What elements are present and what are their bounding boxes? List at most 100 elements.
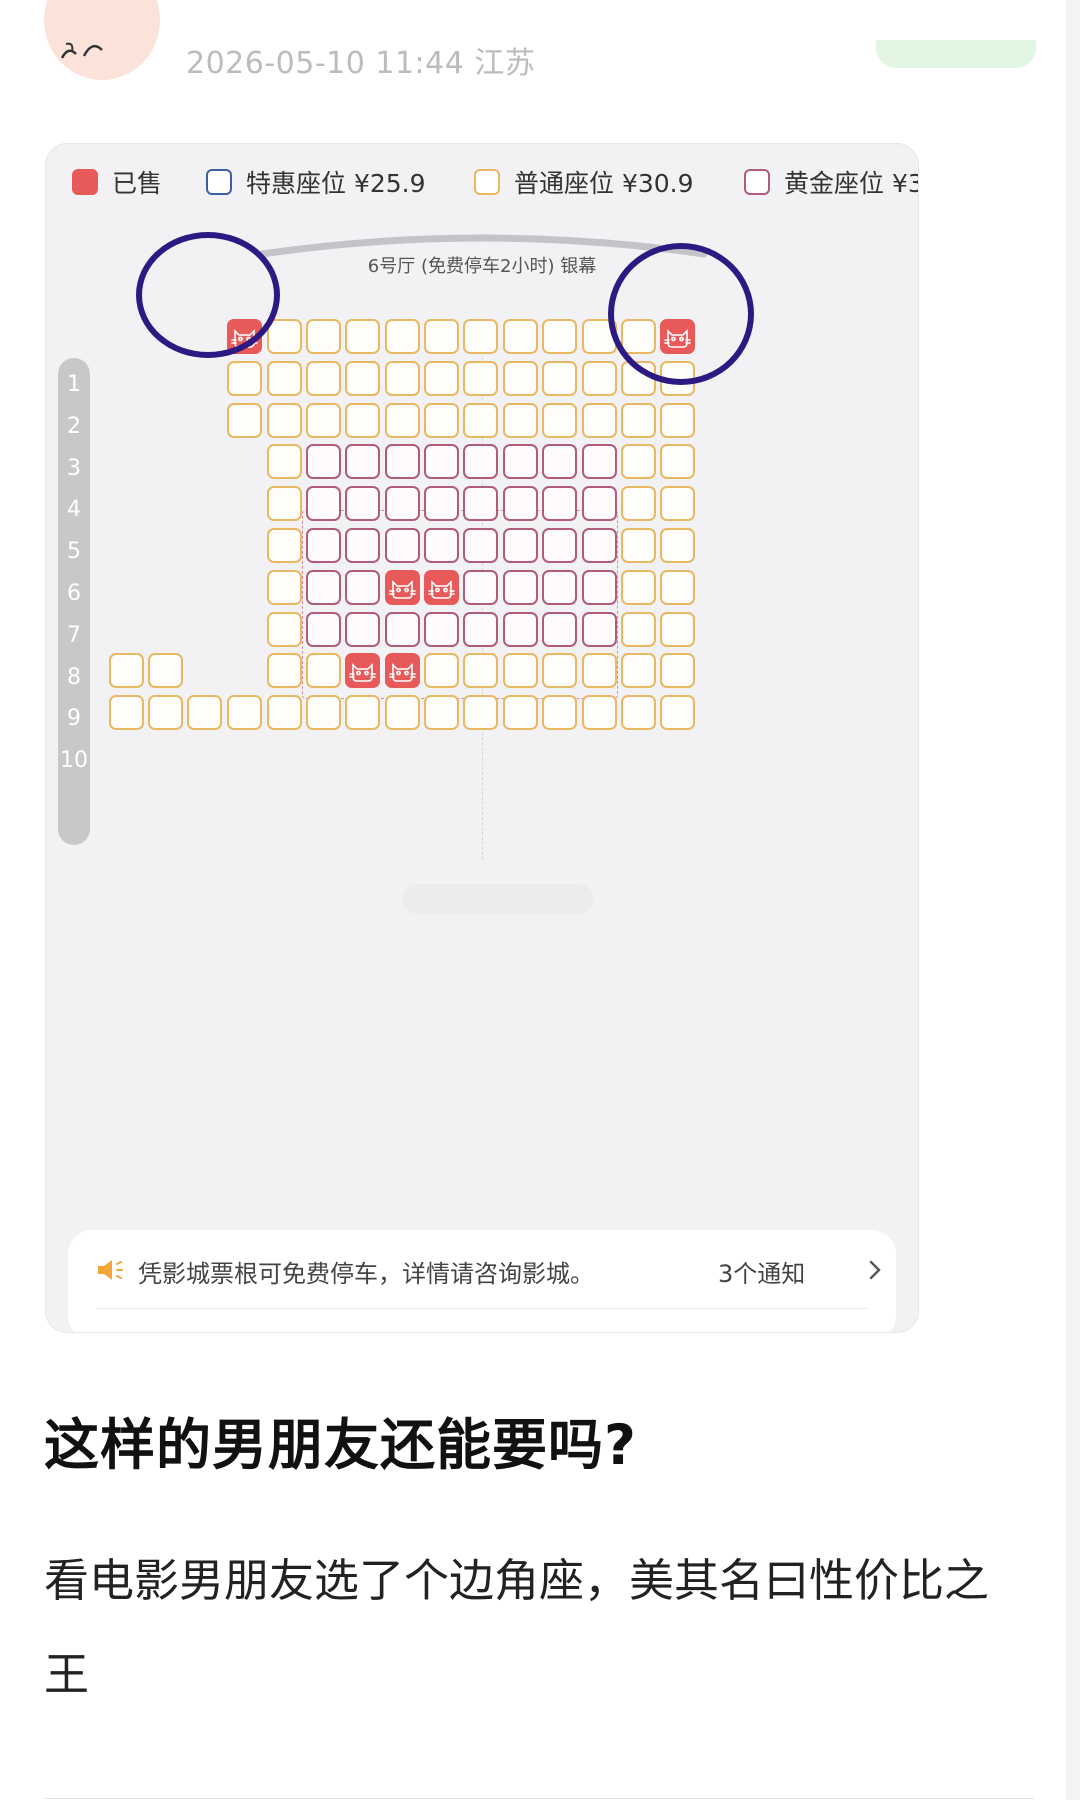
regular-seat[interactable] — [187, 695, 222, 731]
regular-seat[interactable] — [542, 402, 577, 438]
golden-seat[interactable] — [542, 611, 577, 647]
golden-seat[interactable] — [542, 444, 577, 480]
regular-seat[interactable] — [542, 695, 577, 731]
regular-seat[interactable] — [345, 695, 380, 731]
regular-seat[interactable] — [227, 402, 262, 438]
regular-seat[interactable] — [306, 319, 341, 354]
golden-seat[interactable] — [424, 528, 459, 563]
regular-seat[interactable] — [621, 569, 656, 605]
regular-seat[interactable] — [227, 360, 262, 396]
regular-seat[interactable] — [660, 486, 695, 522]
regular-seat[interactable] — [424, 319, 459, 354]
golden-seat[interactable] — [306, 444, 341, 480]
regular-seat[interactable] — [503, 402, 538, 438]
golden-seat[interactable] — [463, 569, 498, 605]
regular-seat[interactable] — [660, 444, 695, 480]
regular-seat[interactable] — [267, 319, 302, 354]
golden-seat[interactable] — [385, 444, 420, 480]
regular-seat[interactable] — [385, 319, 420, 354]
golden-seat[interactable] — [385, 611, 420, 647]
regular-seat[interactable] — [503, 653, 538, 689]
golden-seat[interactable] — [542, 528, 577, 563]
golden-seat[interactable] — [424, 444, 459, 480]
regular-seat[interactable] — [424, 360, 459, 396]
regular-seat[interactable] — [267, 444, 302, 480]
golden-seat[interactable] — [385, 486, 420, 522]
regular-seat[interactable] — [267, 528, 302, 563]
follow-button[interactable] — [876, 40, 1036, 68]
regular-seat[interactable] — [148, 695, 183, 731]
regular-seat[interactable] — [503, 695, 538, 731]
golden-seat[interactable] — [345, 528, 380, 563]
notice-bar[interactable]: 凭影城票根可免费停车，详情请咨询影城。 3个通知 — [68, 1230, 896, 1332]
regular-seat[interactable] — [621, 653, 656, 689]
regular-seat[interactable] — [503, 360, 538, 396]
regular-seat[interactable] — [660, 611, 695, 647]
golden-seat[interactable] — [582, 486, 617, 522]
regular-seat[interactable] — [542, 360, 577, 396]
golden-seat[interactable] — [463, 444, 498, 480]
golden-seat[interactable] — [424, 611, 459, 647]
golden-seat[interactable] — [463, 486, 498, 522]
regular-seat[interactable] — [582, 695, 617, 731]
regular-seat[interactable] — [267, 402, 302, 438]
golden-seat[interactable] — [542, 486, 577, 522]
regular-seat[interactable] — [463, 319, 498, 354]
regular-seat[interactable] — [267, 486, 302, 522]
regular-seat[interactable] — [542, 653, 577, 689]
regular-seat[interactable] — [345, 360, 380, 396]
golden-seat[interactable] — [345, 569, 380, 605]
regular-seat[interactable] — [582, 653, 617, 689]
golden-seat[interactable] — [582, 528, 617, 563]
regular-seat[interactable] — [582, 402, 617, 438]
golden-seat[interactable] — [306, 569, 341, 605]
regular-seat[interactable] — [227, 695, 262, 731]
regular-seat[interactable] — [621, 695, 656, 731]
regular-seat[interactable] — [306, 695, 341, 731]
regular-seat[interactable] — [109, 695, 144, 731]
regular-seat[interactable] — [621, 486, 656, 522]
regular-seat[interactable] — [267, 695, 302, 731]
regular-seat[interactable] — [148, 653, 183, 689]
regular-seat[interactable] — [463, 402, 498, 438]
regular-seat[interactable] — [660, 653, 695, 689]
regular-seat[interactable] — [267, 611, 302, 647]
notice-count[interactable]: 3个通知 — [718, 1254, 805, 1289]
golden-seat[interactable] — [345, 486, 380, 522]
regular-seat[interactable] — [385, 402, 420, 438]
regular-seat[interactable] — [621, 402, 656, 438]
regular-seat[interactable] — [424, 695, 459, 731]
regular-seat[interactable] — [621, 611, 656, 647]
golden-seat[interactable] — [306, 486, 341, 522]
regular-seat[interactable] — [660, 528, 695, 563]
regular-seat[interactable] — [306, 402, 341, 438]
regular-seat[interactable] — [582, 360, 617, 396]
regular-seat[interactable] — [267, 569, 302, 605]
regular-seat[interactable] — [424, 653, 459, 689]
regular-seat[interactable] — [503, 319, 538, 354]
chevron-right-icon[interactable] — [868, 1259, 882, 1281]
regular-seat[interactable] — [660, 569, 695, 605]
golden-seat[interactable] — [503, 569, 538, 605]
regular-seat[interactable] — [621, 528, 656, 563]
regular-seat[interactable] — [306, 653, 341, 689]
golden-seat[interactable] — [345, 611, 380, 647]
golden-seat[interactable] — [503, 528, 538, 563]
regular-seat[interactable] — [542, 319, 577, 354]
golden-seat[interactable] — [463, 611, 498, 647]
golden-seat[interactable] — [306, 528, 341, 563]
avatar[interactable] — [44, 0, 160, 80]
regular-seat[interactable] — [660, 695, 695, 731]
regular-seat[interactable] — [385, 360, 420, 396]
golden-seat[interactable] — [582, 611, 617, 647]
regular-seat[interactable] — [345, 402, 380, 438]
golden-seat[interactable] — [542, 569, 577, 605]
golden-seat[interactable] — [503, 486, 538, 522]
regular-seat[interactable] — [109, 653, 144, 689]
golden-seat[interactable] — [306, 611, 341, 647]
golden-seat[interactable] — [503, 611, 538, 647]
golden-seat[interactable] — [424, 486, 459, 522]
golden-seat[interactable] — [385, 528, 420, 563]
regular-seat[interactable] — [306, 360, 341, 396]
regular-seat[interactable] — [424, 402, 459, 438]
